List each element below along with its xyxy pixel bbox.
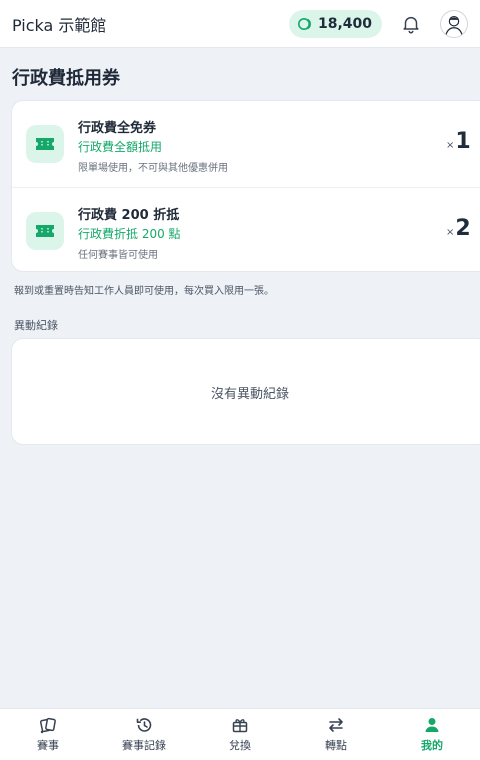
coupon-list: 行政費全免券 行政費全額抵用 限單場使用，不可與其他優惠併用 × 1 行政費 2… (11, 100, 480, 272)
nav-item-event-records[interactable]: 賽事記錄 (96, 709, 192, 760)
nav-item-transfer[interactable]: 轉點 (288, 709, 384, 760)
coupon-value: 行政費全額抵用 (78, 140, 163, 154)
cards-icon (39, 717, 56, 734)
transfer-icon (329, 718, 343, 732)
history-icon (136, 718, 152, 732)
history-list: 沒有異動紀錄 (11, 338, 480, 445)
nav-label: 我的 (421, 739, 443, 752)
points-value: 18,400 (317, 15, 372, 32)
nav-item-profile[interactable]: 我的 (384, 709, 480, 760)
coupon-note: 任何賽事皆可使用 (78, 250, 158, 261)
nav-label: 賽事 (37, 739, 59, 752)
coupon-quantity: × 2 (446, 216, 471, 241)
history-section-label: 異動紀錄 (14, 319, 58, 332)
gift-icon (232, 719, 248, 733)
bottom-nav: 賽事 賽事記錄 兌換 轉點 我的 (0, 708, 480, 760)
coupon-item-full-waiver[interactable]: 行政費全免券 行政費全額抵用 限單場使用，不可與其他優惠併用 × 1 (12, 101, 480, 187)
quantity-multiplier: × (446, 140, 455, 151)
coupon-note: 限單場使用，不可與其他優惠併用 (78, 163, 228, 174)
nav-item-events[interactable]: 賽事 (0, 709, 96, 760)
quantity-value: 1 (455, 129, 471, 154)
nav-item-redeem[interactable]: 兌換 (192, 709, 288, 760)
ticket-icon (26, 212, 64, 250)
ticket-icon (26, 125, 64, 163)
history-empty-state: 沒有異動紀錄 (210, 387, 289, 402)
quantity-multiplier: × (446, 227, 455, 238)
coupon-name: 行政費 200 折抵 (78, 208, 180, 223)
avatar-icon[interactable] (440, 9, 468, 38)
coupon-value: 行政費折抵 200 點 (78, 227, 181, 241)
page-title: 行政費抵用券 (12, 68, 120, 89)
nav-label: 兌換 (229, 739, 251, 752)
app-title: Picka 示範館 (12, 15, 107, 35)
nav-label: 賽事記錄 (122, 739, 166, 752)
header-actions: 18,400 (288, 9, 468, 38)
bell-icon[interactable] (400, 13, 422, 35)
quantity-value: 2 (455, 216, 471, 241)
points-balance[interactable]: 18,400 (288, 9, 382, 38)
coupon-name: 行政費全免券 (78, 121, 157, 136)
coupon-quantity: × 1 (446, 129, 471, 154)
app-header: Picka 示範館 18,400 (0, 0, 480, 48)
nav-label: 轉點 (325, 739, 347, 752)
coin-icon (297, 17, 311, 30)
usage-notice: 報到或重置時告知工作人員即可使用，每次買入限用一張。 (14, 286, 274, 297)
person-icon (425, 718, 439, 732)
coupon-item-200-discount[interactable]: 行政費 200 折抵 行政費折抵 200 點 任何賽事皆可使用 × 2 (12, 187, 480, 271)
